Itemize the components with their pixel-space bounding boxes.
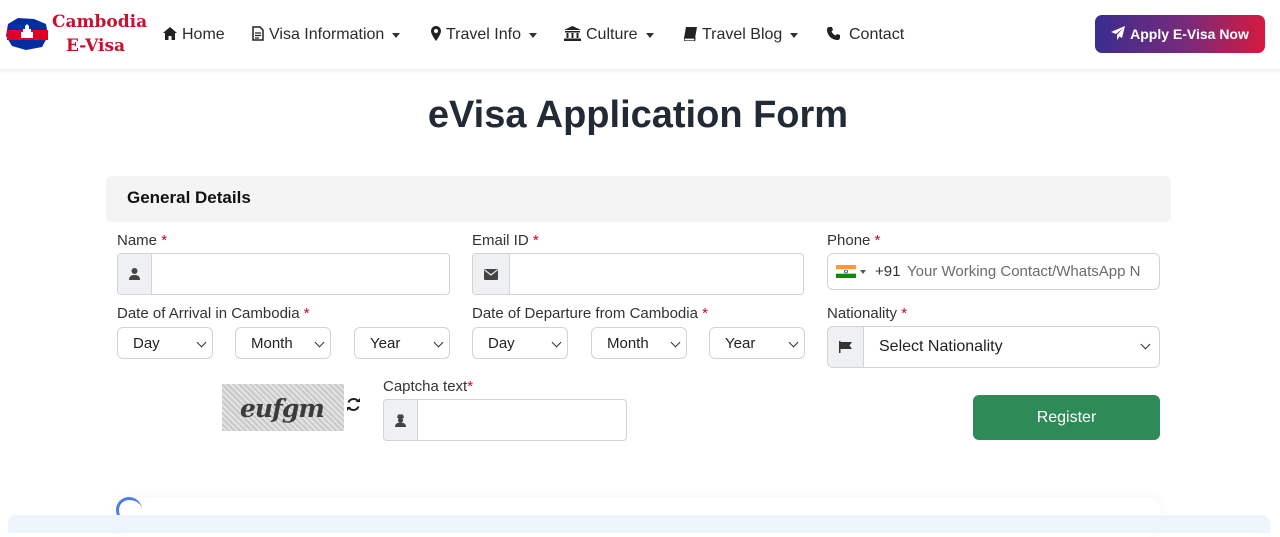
nav-home-label: Home <box>182 26 225 43</box>
nationality-label: Nationality * <box>827 305 907 322</box>
departure-month-select[interactable]: Month <box>591 327 687 359</box>
email-label-text: Email ID <box>472 232 529 249</box>
nationality-label-text: Nationality <box>827 305 898 322</box>
nav-travel-blog-label: Travel Blog <box>702 26 783 43</box>
phone-label-text: Phone <box>827 232 871 249</box>
captcha-input[interactable] <box>383 399 627 441</box>
register-button[interactable]: Register <box>973 395 1160 440</box>
flag-icon <box>828 327 864 367</box>
chevron-down-icon <box>645 32 654 38</box>
map-marker-icon <box>431 26 441 44</box>
nationality-select[interactable]: Select Nationality <box>827 326 1160 368</box>
nationality-value: Select Nationality <box>879 338 1003 355</box>
register-label: Register <box>1036 408 1097 426</box>
captcha-text-label-text: Captcha text <box>383 378 468 395</box>
nav-culture-label: Culture <box>586 26 638 43</box>
captcha-image-text: eufgm <box>240 394 325 423</box>
nav-home[interactable]: Home <box>163 0 225 70</box>
paper-plane-icon <box>1111 25 1126 43</box>
name-label-text: Name <box>117 232 158 249</box>
departure-month-value: Month <box>607 335 649 352</box>
phone-icon <box>827 27 840 43</box>
required-mark: * <box>303 305 310 322</box>
arrival-day-select[interactable]: Day <box>117 327 213 359</box>
chevron-down-icon <box>551 337 562 348</box>
required-mark: * <box>901 305 908 322</box>
phone-dial-code: +91 <box>875 263 901 280</box>
book-icon <box>683 26 697 44</box>
captcha-image: eufgm <box>222 384 344 431</box>
departure-year-select[interactable]: Year <box>709 327 805 359</box>
arrival-label-text: Date of Arrival in Cambodia <box>117 305 300 322</box>
user-icon <box>118 254 152 294</box>
phone-field[interactable]: +91 Your Working Contact/WhatsApp N <box>827 253 1160 290</box>
required-mark: * <box>532 232 539 249</box>
refresh-captcha-icon[interactable] <box>346 397 361 417</box>
nav-visa-information[interactable]: Visa Information <box>252 0 401 70</box>
phone-label: Phone * <box>827 232 880 249</box>
bottom-strip <box>8 515 1270 533</box>
arrival-day-value: Day <box>133 335 160 352</box>
file-icon <box>252 26 264 44</box>
email-label: Email ID * <box>472 232 539 249</box>
apply-evisa-button[interactable]: Apply E-Visa Now <box>1095 15 1265 53</box>
name-label: Name * <box>117 232 167 249</box>
chevron-down-icon <box>196 337 207 348</box>
chevron-down-icon <box>529 32 537 38</box>
nav-culture[interactable]: Culture <box>564 0 654 70</box>
nav-travel-info-label: Travel Info <box>446 26 521 43</box>
home-icon <box>163 27 177 43</box>
required-mark: * <box>874 232 881 249</box>
logo-text-line1: Cambodia <box>52 12 148 32</box>
arrival-year-value: Year <box>370 335 401 352</box>
phone-placeholder: Your Working Contact/WhatsApp N <box>907 263 1141 280</box>
general-details-header: General Details <box>106 176 1171 222</box>
logo-text-line2: E-Visa <box>66 36 126 56</box>
chevron-down-icon <box>314 337 325 348</box>
email-field[interactable] <box>472 253 804 295</box>
departure-label: Date of Departure from Cambodia * <box>472 305 708 322</box>
required-mark: * <box>702 305 708 322</box>
apply-evisa-label: Apply E-Visa Now <box>1130 26 1249 42</box>
chevron-down-icon <box>433 337 444 348</box>
nav-travel-info[interactable]: Travel Info <box>431 0 537 70</box>
arrival-month-value: Month <box>251 335 293 352</box>
nav-contact[interactable]: Contact <box>827 0 904 70</box>
chevron-down-icon <box>788 337 799 348</box>
chevron-down-icon <box>670 337 681 348</box>
cambodia-map-flag-icon <box>6 18 48 50</box>
landmark-icon <box>564 26 581 44</box>
site-logo[interactable]: Cambodia E-Visa <box>4 12 148 58</box>
captcha-text-label: Captcha text* <box>383 378 473 395</box>
chevron-down-icon <box>1140 339 1151 350</box>
departure-day-select[interactable]: Day <box>472 327 568 359</box>
arrival-month-select[interactable]: Month <box>235 327 331 359</box>
navbar: Cambodia E-Visa Home Visa Information Tr… <box>0 0 1280 70</box>
country-dropdown-icon[interactable] <box>860 270 866 274</box>
page-title: eVisa Application Form <box>427 94 849 136</box>
chevron-down-icon <box>392 32 401 38</box>
required-mark: * <box>467 378 474 395</box>
section-title: General Details <box>127 188 251 207</box>
name-field[interactable] <box>117 253 450 295</box>
india-flag-icon[interactable] <box>836 265 856 278</box>
departure-year-value: Year <box>725 335 756 352</box>
user-secret-icon <box>384 400 418 440</box>
chevron-down-icon <box>790 32 799 38</box>
nav-contact-label: Contact <box>849 26 905 43</box>
required-mark: * <box>161 232 168 249</box>
arrival-year-select[interactable]: Year <box>354 327 450 359</box>
departure-day-value: Day <box>488 335 515 352</box>
nav-visa-information-label: Visa Information <box>269 26 385 43</box>
envelope-icon <box>473 254 510 294</box>
departure-label-text: Date of Departure from Cambodia <box>472 305 698 322</box>
arrival-label: Date of Arrival in Cambodia * <box>117 305 310 322</box>
nav-travel-blog[interactable]: Travel Blog <box>683 0 799 70</box>
